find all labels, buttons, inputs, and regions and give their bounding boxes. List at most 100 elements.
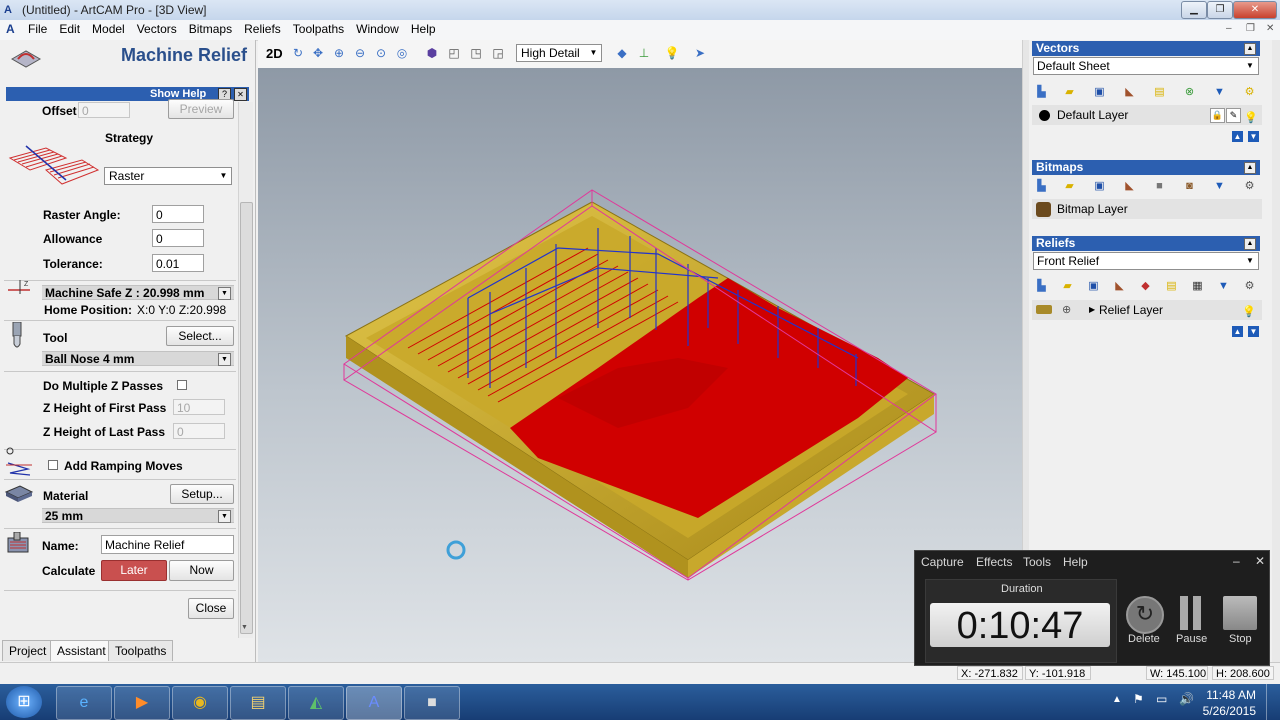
relief-mode-icon[interactable]: ⊕ (1062, 300, 1071, 320)
mdi-minimize-icon[interactable]: – (1226, 23, 1232, 34)
save-icon[interactable]: ▣ (1092, 180, 1107, 193)
strategy-select[interactable]: Raster ▼ (104, 167, 232, 185)
notes-icon[interactable]: ▤ (1152, 86, 1167, 99)
scrollbar-thumb[interactable] (240, 202, 253, 634)
menu-toolpaths[interactable]: Toolpaths (287, 20, 350, 36)
stop-icon[interactable] (1223, 596, 1257, 630)
menu-reliefs[interactable]: Reliefs (238, 20, 287, 36)
delete-layer-icon[interactable]: ▼ (1216, 280, 1231, 293)
render-icon[interactable]: ➤ (692, 46, 708, 60)
app-taskbar-icon[interactable]: ◭ (288, 686, 344, 720)
pause-icon[interactable] (1180, 596, 1188, 630)
menu-file[interactable]: File (22, 20, 53, 36)
close-window-button[interactable]: ✕ (1233, 1, 1277, 19)
delete-recording-icon[interactable]: ↻ (1126, 596, 1164, 634)
close-panel-button[interactable]: Close (188, 598, 234, 619)
pan-icon[interactable]: ✥ (310, 46, 326, 60)
clock-time[interactable]: 11:48 AM (1206, 688, 1256, 702)
collapse-icon[interactable]: ▲ (1244, 238, 1256, 250)
view-2d-button[interactable]: 2D (266, 46, 283, 61)
light-bulb-icon[interactable]: 💡 (664, 46, 680, 60)
recorder-menu-effects[interactable]: Effects (976, 555, 1012, 569)
z-first-pass-input[interactable]: 10 (173, 399, 225, 415)
delete-layer-icon[interactable]: ▼ (1212, 180, 1227, 193)
scroll-down-icon[interactable]: ▼ (241, 624, 248, 631)
lock-icon[interactable]: 🔒 (1210, 108, 1225, 123)
chevron-down-icon[interactable]: ▼ (218, 287, 231, 300)
open-folder-icon[interactable]: ▰ (1062, 86, 1077, 99)
relief-layer-row[interactable]: ⊕ ▶ Relief Layer 💡 (1032, 300, 1262, 320)
collapse-icon[interactable]: ▲ (1244, 43, 1256, 55)
tab-project[interactable]: Project (2, 640, 54, 661)
save-icon[interactable]: ▣ (1092, 86, 1107, 99)
vector-sheet-select[interactable]: Default Sheet ▼ (1033, 57, 1259, 75)
layer-settings-icon[interactable]: ⚙ (1242, 86, 1257, 99)
tab-toolpaths[interactable]: Toolpaths (108, 640, 174, 661)
close-help-icon[interactable]: ✕ (234, 88, 247, 101)
material-setup-button[interactable]: Setup... (170, 484, 234, 504)
layer-settings-icon[interactable]: ⚙ (1242, 180, 1257, 193)
chrome-icon[interactable]: ◉ (172, 686, 228, 720)
zoom-out-icon[interactable]: ⊖ (352, 46, 368, 60)
recorder-menu-help[interactable]: Help (1063, 555, 1088, 569)
open-folder-icon[interactable]: ▰ (1060, 280, 1075, 293)
calculate-later-button[interactable]: Later (101, 560, 167, 581)
maximize-button[interactable]: ❐ (1207, 1, 1233, 19)
menu-window[interactable]: Window (350, 20, 405, 36)
collapse-icon[interactable]: ▲ (1244, 162, 1256, 174)
delete-recording-label[interactable]: Delete (1128, 633, 1160, 645)
expand-arrow-icon[interactable]: ▶ (1089, 300, 1095, 320)
bitmap-layer-row[interactable]: Bitmap Layer (1032, 199, 1262, 219)
open-folder-icon[interactable]: ▰ (1062, 180, 1077, 193)
multiple-z-checkbox[interactable] (177, 380, 187, 390)
clock-date[interactable]: 5/26/2015 (1200, 704, 1256, 718)
new-layer-icon[interactable]: ▙ (1034, 86, 1049, 99)
chevron-down-icon[interactable]: ▼ (218, 510, 231, 523)
allowance-input[interactable]: 0 (152, 229, 204, 247)
minimize-button[interactable]: ▁ (1181, 1, 1207, 19)
new-bitmap-icon[interactable]: ▙ (1034, 180, 1049, 193)
move-up-icon[interactable]: ▲ (1232, 326, 1243, 337)
internet-explorer-icon[interactable]: e (56, 686, 112, 720)
action-center-icon[interactable]: ⚑ (1133, 692, 1144, 706)
3d-view[interactable] (258, 68, 1022, 662)
offset-input[interactable]: 0 (78, 102, 130, 118)
notes-icon[interactable]: ▤ (1164, 280, 1179, 293)
ramping-checkbox[interactable] (48, 460, 58, 470)
image-icon[interactable]: ◙ (1182, 180, 1197, 193)
preview-button[interactable]: Preview (168, 99, 234, 119)
axis-icon[interactable]: ⊥ (636, 46, 652, 60)
show-desktop-button[interactable] (1266, 684, 1280, 720)
mdi-restore-icon[interactable]: ❐ (1246, 23, 1255, 34)
move-up-icon[interactable]: ▲ (1232, 131, 1243, 142)
raster-angle-input[interactable]: 0 (152, 205, 204, 223)
recorder-close-button[interactable]: ✕ (1255, 554, 1265, 568)
import-icon[interactable]: ◣ (1122, 180, 1137, 193)
recorder-minimize-button[interactable]: – (1233, 554, 1240, 568)
network-icon[interactable]: ▭ (1156, 692, 1167, 706)
calculate-now-button[interactable]: Now (169, 560, 234, 581)
stop-label[interactable]: Stop (1229, 633, 1252, 645)
toolpath-name-input[interactable]: Machine Relief (101, 535, 234, 554)
detail-select[interactable]: High Detail ▼ (516, 44, 602, 62)
right-scrollbar[interactable] (1272, 40, 1280, 662)
recorder-taskbar-icon[interactable]: ■ (404, 686, 460, 720)
menu-model[interactable]: Model (86, 20, 131, 36)
media-player-icon[interactable]: ▶ (114, 686, 170, 720)
import-icon[interactable]: ◣ (1122, 86, 1137, 99)
iso-view-icon[interactable]: ⬢ (424, 46, 440, 60)
move-down-icon[interactable]: ▼ (1248, 326, 1259, 337)
volume-icon[interactable]: 🔊 (1179, 692, 1194, 706)
pencil-icon[interactable]: ✎ (1226, 108, 1241, 123)
save-icon[interactable]: ▣ (1086, 280, 1101, 293)
chevron-down-icon[interactable]: ▼ (218, 353, 231, 366)
rotate-icon[interactable]: ↻ (290, 46, 306, 60)
file-explorer-icon[interactable]: ▤ (230, 686, 286, 720)
panel-scrollbar[interactable]: ▼ (238, 102, 253, 638)
start-button-icon[interactable]: ⊞ (6, 686, 42, 718)
tool-bar[interactable]: Ball Nose 4 mm ▼ (42, 351, 234, 366)
tolerance-input[interactable]: 0.01 (152, 254, 204, 272)
view-side-icon[interactable]: ◳ (468, 46, 484, 60)
material-bar[interactable]: 25 mm ▼ (42, 508, 234, 523)
safe-z-bar[interactable]: Machine Safe Z : 20.998 mm ▼ (42, 285, 234, 300)
